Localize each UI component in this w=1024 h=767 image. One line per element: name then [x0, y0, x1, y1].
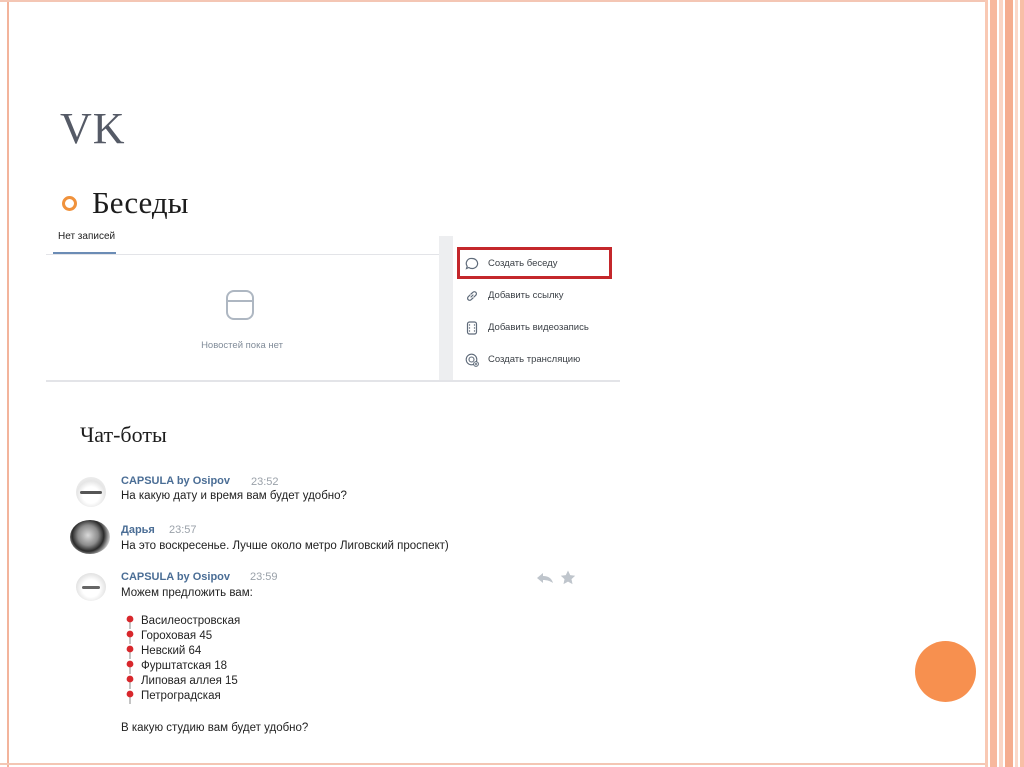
avatar[interactable]	[76, 573, 106, 601]
divider	[46, 380, 620, 382]
message-time: 23:59	[250, 571, 278, 583]
round-pushpin-icon	[126, 630, 134, 644]
location-label: Петроградская	[141, 690, 221, 702]
reply-icon[interactable]	[536, 572, 554, 584]
message-text: В какую студию вам будет удобно?	[121, 722, 309, 734]
message-author[interactable]: CAPSULA by Osipov	[121, 475, 230, 487]
slide-title: VK	[60, 104, 126, 153]
location-label: Фурштатская 18	[141, 660, 228, 672]
message-time: 23:57	[169, 524, 197, 536]
bullet-text: Беседы	[92, 185, 189, 220]
message-author[interactable]: CAPSULA by Osipov	[121, 571, 230, 583]
round-pushpin-icon	[126, 645, 134, 659]
bullet-icon	[62, 196, 77, 211]
broadcast-icon	[465, 353, 479, 367]
location-label: Гороховая 45	[141, 630, 213, 642]
section-heading: Чат-боты	[80, 422, 167, 447]
slide-left-border	[0, 0, 9, 767]
slide-bottom-border	[0, 763, 985, 765]
post-icon	[226, 290, 254, 320]
round-pushpin-icon	[126, 675, 134, 689]
message-text: Можем предложить вам:	[121, 587, 253, 599]
slide-top-border	[0, 0, 985, 2]
round-pushpin-icon	[126, 660, 134, 674]
decorative-circle	[915, 641, 976, 702]
round-pushpin-icon	[126, 615, 134, 629]
tab-no-posts[interactable]: Нет записей	[58, 231, 115, 242]
highlight-frame	[457, 247, 612, 279]
message-time: 23:52	[251, 476, 279, 488]
menu-item-create-broadcast[interactable]: Создать трансляцию	[456, 344, 618, 374]
star-icon[interactable]	[560, 570, 576, 585]
message-author[interactable]: Дарья	[121, 524, 155, 536]
message-text: На это воскресенье. Лучше около метро Ли…	[121, 540, 449, 552]
menu-item-add-link[interactable]: Добавить ссылку	[456, 280, 618, 310]
location-label: Василеостровская	[141, 615, 241, 627]
menu-item-label: Добавить видеозапись	[488, 322, 589, 333]
vk-conversations-screenshot: Нет записей Новостей пока нет Создать бе…	[46, 222, 620, 384]
divider	[46, 254, 439, 255]
menu-item-add-video[interactable]: Добавить видеозапись	[456, 312, 618, 342]
message-text: На какую дату и время вам будет удобно?	[121, 490, 347, 502]
location-label: Липовая аллея 15	[141, 675, 238, 687]
column-gap	[439, 236, 453, 382]
avatar[interactable]	[70, 520, 110, 554]
location-label: Невский 64	[141, 645, 202, 657]
slide-right-stripes	[985, 0, 1024, 767]
link-icon	[467, 291, 477, 301]
film-icon	[466, 321, 478, 335]
menu-item-label: Создать трансляцию	[488, 354, 581, 365]
menu-item-label: Добавить ссылку	[488, 290, 564, 301]
avatar[interactable]	[76, 477, 106, 507]
round-pushpin-icon	[126, 690, 134, 704]
empty-feed-text: Новостей пока нет	[201, 340, 283, 351]
message-actions	[536, 570, 580, 586]
